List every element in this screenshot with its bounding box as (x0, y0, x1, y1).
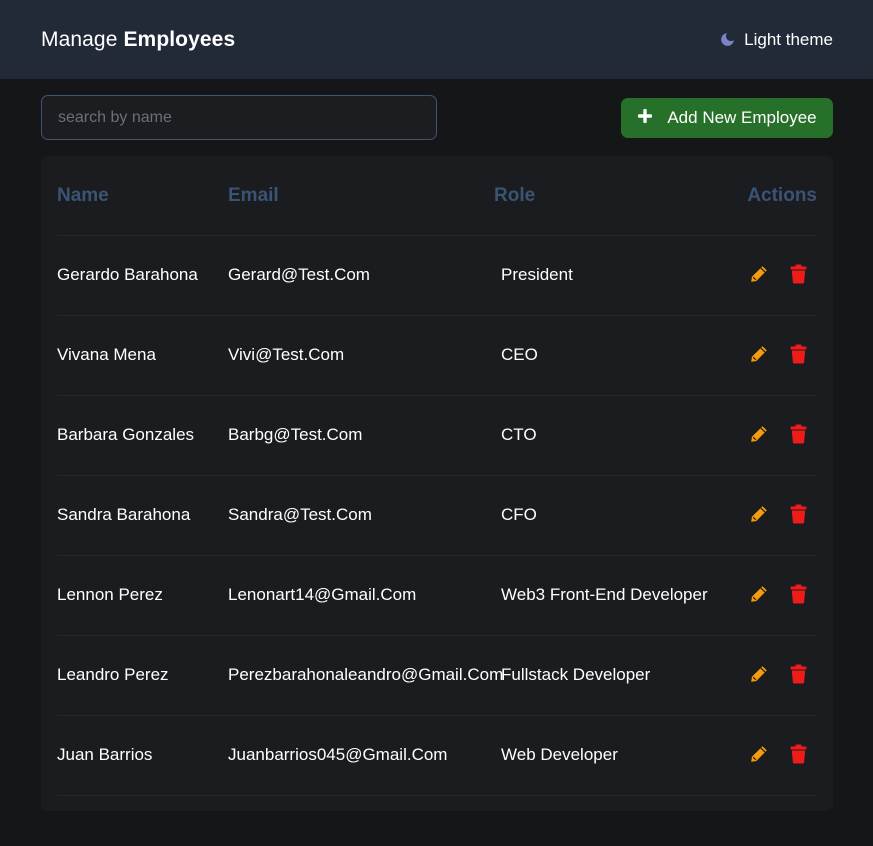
employee-role: Web3 Front-End Developer (501, 585, 708, 604)
pencil-icon[interactable] (749, 423, 769, 445)
app-header: Manage Employees Light theme (0, 0, 873, 79)
trash-icon[interactable] (788, 503, 808, 525)
search-input[interactable] (41, 95, 437, 140)
trash-icon[interactable] (788, 263, 808, 285)
employees-table: Name Email Role Actions Gerardo Barahona… (41, 156, 833, 811)
theme-toggle-label: Light theme (744, 29, 833, 49)
trash-icon[interactable] (788, 423, 808, 445)
moon-icon (719, 31, 736, 48)
employee-role: CFO (501, 505, 537, 524)
column-header-name: Name (57, 185, 109, 206)
table-header: Name Email Role Actions (57, 156, 817, 236)
table-row: Vivana Mena Vivi@Test.Com CEO (57, 316, 817, 396)
row-actions (749, 583, 808, 605)
employee-email: Lenonart14@Gmail.Com (228, 585, 417, 604)
employee-name: Gerardo Barahona (57, 265, 198, 284)
pencil-icon[interactable] (749, 663, 769, 685)
add-employee-label: Add New Employee (667, 108, 817, 127)
employee-role: President (501, 265, 573, 284)
employee-email: Juanbarrios045@Gmail.Com (228, 745, 448, 764)
employee-email: Perezbarahonaleandro@Gmail.Com (228, 665, 504, 684)
pencil-icon[interactable] (749, 343, 769, 365)
row-actions (749, 663, 808, 685)
row-actions (749, 503, 808, 525)
pencil-icon[interactable] (749, 503, 769, 525)
employee-role: Web Developer (501, 745, 618, 764)
table-row: Barbara Gonzales Barbg@Test.Com CTO (57, 396, 817, 476)
column-header-email: Email (228, 185, 279, 206)
table-row: Sandra Barahona Sandra@Test.Com CFO (57, 476, 817, 556)
employee-name: Lennon Perez (57, 585, 163, 604)
employee-email: Vivi@Test.Com (228, 345, 345, 364)
employee-name: Leandro Perez (57, 665, 169, 684)
employee-name: Sandra Barahona (57, 505, 191, 524)
table-row: Gerardo Barahona Gerard@Test.Com Preside… (57, 236, 817, 316)
plus-icon (637, 108, 653, 129)
theme-toggle[interactable]: Light theme (719, 30, 833, 50)
employee-name: Barbara Gonzales (57, 425, 195, 444)
table-row: Juan Barrios Juanbarrios045@Gmail.Com We… (57, 716, 817, 796)
employee-role: CTO (501, 425, 537, 444)
table-row: Leandro Perez Perezbarahonaleandro@Gmail… (57, 636, 817, 716)
employee-role: CEO (501, 345, 538, 364)
page-title-prefix: Manage (41, 27, 118, 51)
column-header-actions: Actions (747, 185, 817, 206)
pencil-icon[interactable] (749, 583, 769, 605)
employee-name: Juan Barrios (57, 745, 153, 764)
add-employee-button[interactable]: Add New Employee (621, 98, 833, 138)
employee-email: Sandra@Test.Com (228, 505, 372, 524)
employee-email: Barbg@Test.Com (228, 425, 363, 444)
row-actions (749, 263, 808, 285)
trash-icon[interactable] (788, 343, 808, 365)
trash-icon[interactable] (788, 583, 808, 605)
employee-email: Gerard@Test.Com (228, 265, 370, 284)
table-row: Lennon Perez Lenonart14@Gmail.Com Web3 F… (57, 556, 817, 636)
row-actions (749, 343, 808, 365)
column-header-role: Role (494, 185, 536, 206)
employee-role: Fullstack Developer (501, 665, 651, 684)
page-title-bold: Employees (123, 27, 236, 51)
employee-name: Vivana Mena (57, 345, 156, 364)
trash-icon[interactable] (788, 743, 808, 765)
trash-icon[interactable] (788, 663, 808, 685)
pencil-icon[interactable] (749, 743, 769, 765)
page-title: Manage Employees (41, 28, 235, 52)
row-actions (749, 423, 808, 445)
row-actions (749, 743, 808, 765)
pencil-icon[interactable] (749, 263, 769, 285)
